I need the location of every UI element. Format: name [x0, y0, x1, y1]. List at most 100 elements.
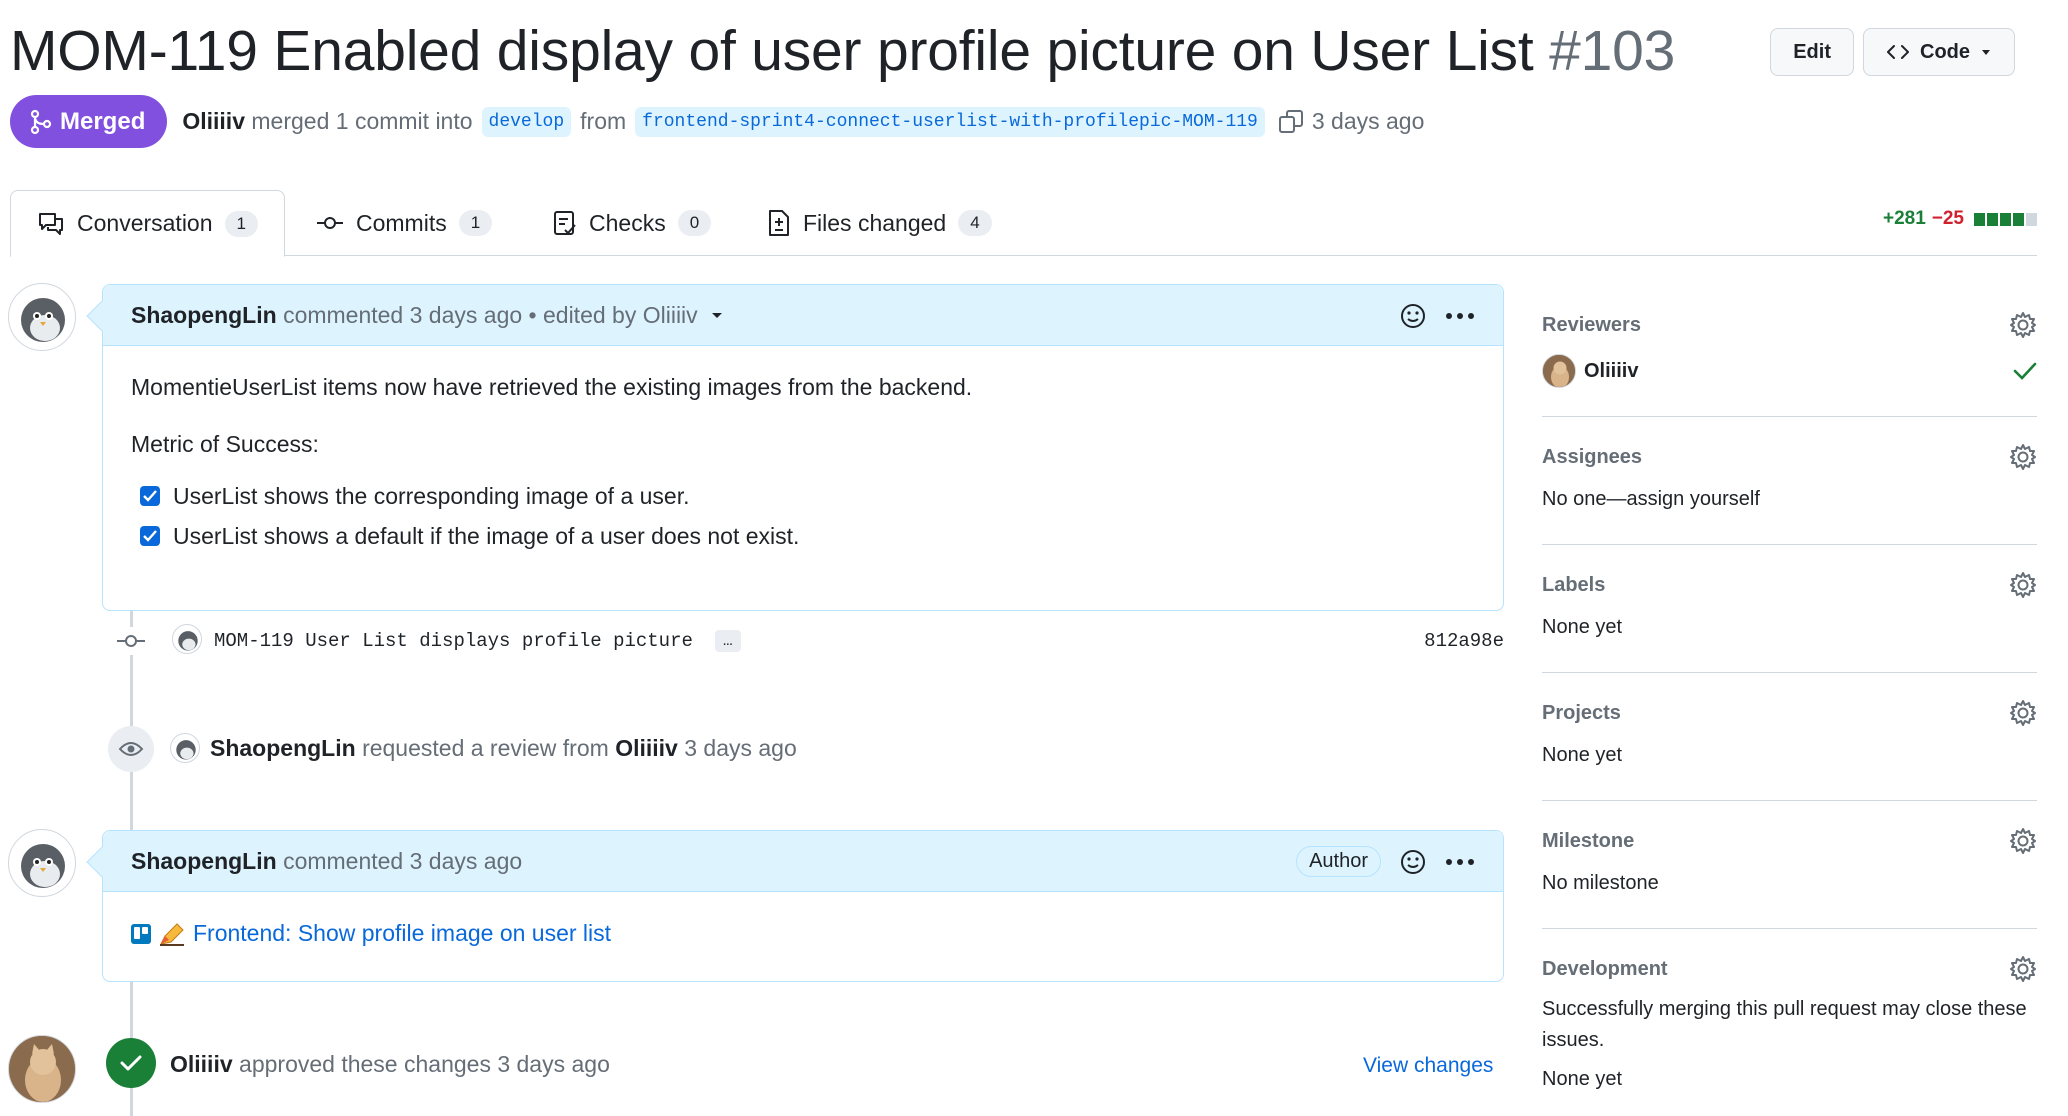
gear-icon[interactable]	[2009, 311, 2037, 339]
pr-meta: Merged Oliiiiv merged 1 commit into deve…	[10, 95, 1424, 148]
merge-author[interactable]: Oliiiiv	[182, 108, 245, 135]
tab-label: Conversation	[77, 210, 213, 236]
checkbox[interactable]	[140, 486, 160, 506]
comment-body: Frontend: Show profile image on user lis…	[103, 892, 1503, 975]
sidebar-assignees: Assignees No one—assign yourself	[1542, 442, 2037, 545]
kebab-horizontal-icon[interactable]	[1445, 858, 1475, 866]
git-commit-icon	[317, 217, 343, 229]
diff-additions: +281	[1882, 208, 1926, 229]
gear-icon[interactable]	[2009, 571, 2037, 599]
avatar[interactable]	[8, 829, 76, 897]
comment-editor[interactable]: Oliiiiv	[643, 302, 698, 329]
commit-row: MOM-119 User List displays profile pictu…	[112, 622, 1504, 660]
penguin-avatar-icon	[178, 631, 198, 651]
checkbox[interactable]	[140, 526, 160, 546]
task-item[interactable]: UserList shows the corresponding image o…	[140, 476, 1475, 516]
pencil-emoji-icon	[160, 922, 184, 946]
edit-button[interactable]: Edit	[1770, 28, 1854, 76]
development-text: Successfully merging this pull request m…	[1542, 998, 2027, 1051]
head-branch[interactable]: frontend-sprint4-connect-userlist-with-p…	[635, 106, 1265, 137]
commit-message[interactable]: MOM-119 User List displays profile pictu…	[214, 630, 693, 652]
check-circle-icon	[106, 1038, 156, 1088]
eye-icon	[108, 726, 154, 772]
smiley-icon[interactable]	[1399, 848, 1427, 876]
avatar[interactable]	[172, 624, 202, 654]
avatar	[1542, 354, 1576, 388]
from-text: from	[580, 108, 627, 134]
tab-count: 4	[958, 210, 992, 236]
sidebar-heading: Labels	[1542, 573, 1606, 596]
pr-title: MOM-119 Enabled display of user profile …	[10, 18, 1675, 84]
smiley-icon[interactable]	[1399, 302, 1427, 330]
sidebar-heading: Milestone	[1542, 829, 1635, 852]
approval-event: Oliiiiv approved these changes 3 days ag…	[170, 1051, 610, 1078]
check-icon	[143, 490, 157, 502]
check-icon	[2013, 362, 2037, 380]
gear-icon[interactable]	[2009, 443, 2037, 471]
tab-conversation[interactable]: Conversation 1	[10, 190, 285, 257]
comment-author[interactable]: ShaopengLin	[131, 848, 277, 875]
diffstat[interactable]: +281 −25	[1883, 208, 2037, 230]
comment-header: ShaopengLin commented 3 days ago • edite…	[103, 285, 1503, 346]
comment-meta: commented 3 days ago • edited by	[283, 301, 637, 328]
tab-checks[interactable]: Checks 0	[527, 190, 737, 256]
view-changes-link[interactable]: View changes	[1363, 1054, 1493, 1078]
gear-icon[interactable]	[2009, 955, 2037, 983]
comment-card: ShaopengLin commented 3 days ago Author …	[86, 830, 1504, 982]
labels-value: None yet	[1542, 616, 1623, 638]
event-text: requested a review from	[362, 734, 609, 761]
development-value: None yet	[1542, 1068, 1623, 1090]
cat-avatar-icon	[1543, 355, 1575, 387]
trello-card-link[interactable]: Frontend: Show profile image on user lis…	[193, 920, 611, 947]
penguin-avatar-icon	[21, 298, 65, 342]
comment-discussion-icon	[39, 212, 63, 235]
penguin-avatar-icon	[21, 844, 65, 888]
comment-body: MomentieUserList items now have retrieve…	[103, 346, 1503, 584]
header-actions: Edit Code	[1770, 28, 2015, 76]
task-item[interactable]: UserList shows a default if the image of…	[140, 516, 1475, 556]
state-badge: Merged	[10, 95, 168, 148]
avatar[interactable]	[8, 283, 76, 351]
event-reviewer[interactable]: Oliiiiv	[615, 735, 678, 762]
state-label: Merged	[60, 107, 146, 135]
sidebar-heading: Reviewers	[1542, 313, 1641, 336]
tab-label: Files changed	[803, 209, 947, 236]
kebab-horizontal-icon[interactable]	[1445, 312, 1475, 320]
caret-down-icon[interactable]	[710, 309, 724, 321]
event-time: 3 days ago	[684, 734, 797, 761]
file-diff-icon	[769, 210, 789, 236]
commit-sha[interactable]: 812a98e	[1424, 630, 1504, 652]
sidebar-heading: Development	[1542, 957, 1668, 980]
task-label: UserList shows a default if the image of…	[173, 522, 800, 549]
merge-text: merged 1 commit into	[251, 108, 473, 134]
tab-files-changed[interactable]: Files changed 4	[741, 190, 1018, 256]
avatar[interactable]	[170, 733, 200, 763]
copy-icon[interactable]	[1278, 109, 1304, 135]
event-actor[interactable]: ShaopengLin	[210, 735, 356, 762]
pr-title-text: MOM-119 Enabled display of user profile …	[10, 19, 1534, 83]
sidebar-reviewers: Reviewers Oliiiiv	[1542, 310, 2037, 417]
base-branch[interactable]: develop	[481, 106, 572, 137]
tab-count: 0	[677, 210, 712, 236]
assign-yourself-link[interactable]: No one—assign yourself	[1542, 484, 2037, 515]
tab-commits[interactable]: Commits 1	[290, 190, 518, 256]
cat-avatar-icon	[9, 1036, 75, 1102]
pr-tabs: Conversation 1 Commits 1 Checks 0 Files …	[10, 190, 2037, 257]
approval-actor[interactable]: Oliiiiv	[170, 1051, 233, 1078]
comment-author[interactable]: ShaopengLin	[131, 302, 277, 329]
reviewer-item[interactable]: Oliiiiv	[1542, 354, 2037, 388]
diffstat-bar	[1974, 212, 2037, 226]
reviewer-name[interactable]: Oliiiiv	[1584, 360, 1638, 383]
gear-icon[interactable]	[2009, 827, 2037, 855]
projects-value: None yet	[1542, 744, 1623, 766]
check-icon	[143, 530, 157, 542]
edit-button-label: Edit	[1793, 40, 1831, 63]
comment-header: ShaopengLin commented 3 days ago Author	[103, 831, 1503, 892]
gear-icon[interactable]	[2009, 699, 2037, 727]
merge-time: 3 days ago	[1311, 108, 1425, 134]
code-button-label: Code	[1920, 40, 1970, 63]
code-button[interactable]: Code	[1863, 28, 2015, 76]
commit-expand-button[interactable]: …	[715, 630, 741, 652]
task-label: UserList shows the corresponding image o…	[173, 482, 690, 509]
avatar[interactable]	[8, 1035, 76, 1103]
